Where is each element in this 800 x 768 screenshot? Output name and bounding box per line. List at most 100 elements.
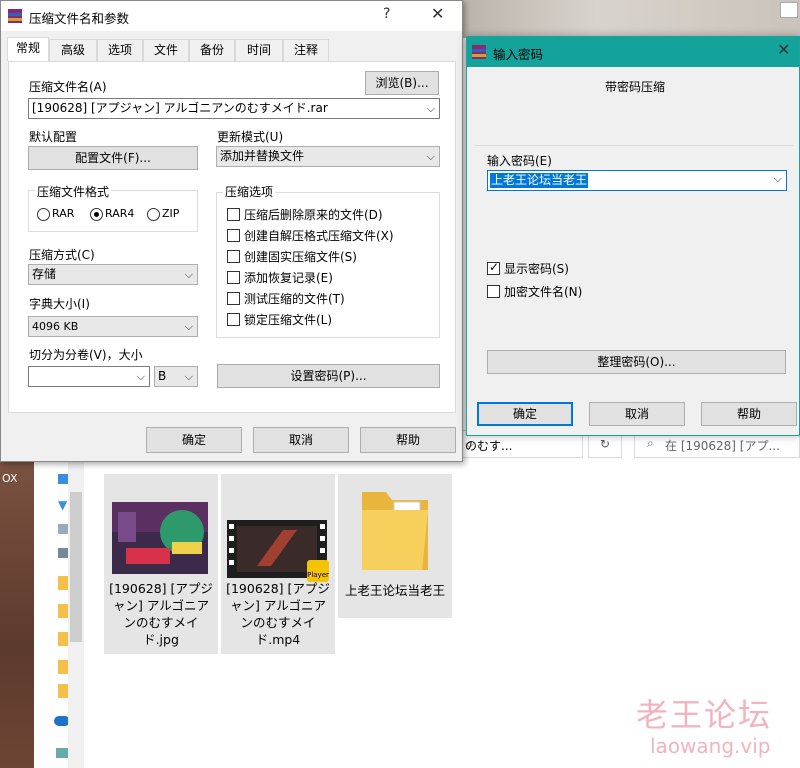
winrar-icon (472, 45, 486, 59)
chevron-down-icon[interactable]: ⌵ (185, 317, 193, 336)
window-title: 压缩文件名和参数 (29, 11, 130, 26)
archive-name-field[interactable]: [190628] [アプジャン] アルゴニアンのむすメイド.rar ⌵ (28, 98, 440, 119)
browse-button[interactable]: 浏览(B)... (365, 71, 439, 95)
chevron-down-icon[interactable]: ⌵ (185, 367, 193, 386)
tab-general[interactable]: 常规 (7, 37, 49, 61)
encrypt-names-checkbox[interactable] (487, 285, 500, 298)
window-title: 输入密码 (493, 47, 544, 62)
down-arrow-icon[interactable]: ▼ (58, 498, 68, 512)
nav-icon[interactable] (58, 524, 68, 534)
split-unit-select[interactable]: B ⌵ (154, 366, 198, 387)
sfx-checkbox[interactable] (227, 229, 240, 242)
lock-label: 锁定压缩文件(L) (244, 313, 333, 327)
search-placeholder: 在 [190628] [アプ... (665, 439, 780, 453)
tab-backup[interactable]: 备份 (189, 39, 235, 61)
help-button[interactable]: 帮助 (360, 427, 456, 453)
close-icon[interactable]: ✕ (777, 40, 790, 59)
tab-files[interactable]: 文件 (143, 39, 189, 61)
tab-options[interactable]: 选项 (97, 39, 143, 61)
split-label: 切分为分卷(V)，大小 (29, 348, 143, 362)
tab-comment[interactable]: 注释 (283, 39, 329, 61)
lock-checkbox[interactable] (227, 313, 240, 326)
tab-time[interactable]: 时间 (235, 39, 283, 61)
tab-advanced[interactable]: 高级 (49, 39, 97, 61)
dict-select[interactable]: 4096 KB ⌵ (28, 316, 198, 337)
folder-icon[interactable] (58, 684, 68, 698)
archive-name-value: [190628] [アプジャン] アルゴニアンのむすメイド.rar (32, 101, 328, 115)
folder-icon[interactable] (58, 632, 68, 646)
delete-after-label: 压缩后删除原来的文件(D) (244, 208, 383, 222)
solid-label: 创建固实压缩文件(S) (244, 250, 357, 264)
folder-icon[interactable] (58, 576, 68, 590)
folder-name: 上老王论坛当老王 (344, 583, 445, 598)
chevron-down-icon[interactable]: ⌵ (427, 99, 435, 118)
title-bar[interactable]: 压缩文件名和参数 ? ✕ (1, 1, 462, 31)
delete-after-checkbox[interactable] (227, 208, 240, 221)
update-mode-select[interactable]: 添加并替换文件 ⌵ (216, 146, 440, 167)
recovery-label: 添加恢复记录(E) (244, 271, 333, 285)
player-badge: Player (307, 560, 329, 582)
file-item-mp4[interactable]: Player [190628] [アプジャン] アルゴニアンのむすメイド.mp4 (221, 474, 335, 654)
background-window-button (780, 2, 798, 18)
test-label: 测试压缩的文件(T) (244, 292, 345, 306)
profiles-button[interactable]: 配置文件(F)... (28, 146, 198, 170)
password-value: 上老王论坛当老王 (490, 173, 589, 188)
split-size-field[interactable]: ⌵ (28, 366, 150, 387)
general-panel: 压缩文件名(A) 浏览(B)... [190628] [アプジャン] アルゴニア… (8, 61, 456, 413)
chevron-down-icon[interactable]: ⌵ (774, 172, 782, 186)
encrypt-names-label: 加密文件名(N) (504, 285, 583, 299)
archive-name-label: 压缩文件名(A) (29, 80, 107, 94)
update-mode-label: 更新模式(U) (217, 130, 284, 144)
recovery-checkbox[interactable] (227, 271, 240, 284)
update-mode-value: 添加并替换文件 (220, 149, 305, 163)
ok-button[interactable]: 确定 (477, 402, 573, 426)
default-profile-label: 默认配置 (29, 130, 78, 144)
file-name: [190628] [アプジャン] アルゴニアンのむすメイド.jpg (109, 581, 213, 647)
format-group-label: 压缩文件格式 (35, 183, 112, 200)
ok-button[interactable]: 确定 (146, 427, 242, 453)
nav-scrollbar[interactable] (68, 462, 84, 768)
nav-icon[interactable] (58, 548, 68, 558)
help-button[interactable]: 帮助 (701, 402, 797, 426)
chevron-down-icon[interactable]: ⌵ (137, 367, 145, 386)
archive-name-dialog: 压缩文件名和参数 ? ✕ 常规 高级 选项 文件 备份 时间 注释 压缩文件名(… (0, 0, 463, 462)
cancel-button[interactable]: 取消 (589, 402, 685, 426)
method-select[interactable]: 存储 ⌵ (28, 264, 198, 285)
help-icon[interactable]: ? (383, 6, 390, 22)
photo-text: OX (2, 472, 18, 485)
format-rar-label: RAR (52, 207, 75, 220)
folder-icon[interactable] (58, 660, 68, 674)
format-rar4-radio[interactable] (90, 208, 103, 221)
format-rar4-label: RAR4 (105, 207, 135, 220)
chevron-down-icon[interactable]: ⌵ (427, 147, 435, 166)
close-icon[interactable]: ✕ (431, 4, 444, 23)
file-item-jpg[interactable]: [190628] [アプジャン] アルゴニアンのむすメイド.jpg (104, 474, 218, 654)
nav-icon[interactable] (58, 474, 68, 484)
image-thumbnail (112, 502, 208, 574)
dict-label: 字典大小(I) (29, 297, 90, 311)
format-zip-radio[interactable] (147, 208, 160, 221)
cancel-button[interactable]: 取消 (253, 427, 349, 453)
folder-icon (362, 492, 428, 570)
show-password-checkbox[interactable] (487, 260, 500, 275)
test-checkbox[interactable] (227, 292, 240, 305)
scrollbar-thumb[interactable] (70, 492, 82, 642)
chevron-down-icon[interactable]: ⌵ (185, 265, 193, 284)
sfx-label: 创建自解压格式压缩文件(X) (244, 229, 394, 243)
dialog-heading: 带密码压缩 (605, 80, 666, 94)
password-input[interactable]: 上老王论坛当老王 ⌵ (487, 170, 787, 191)
format-rar-radio[interactable] (37, 208, 50, 221)
method-value: 存储 (32, 267, 57, 281)
chevron-down-icon[interactable]: ⌵ (465, 437, 576, 452)
folder-icon[interactable] (58, 604, 68, 618)
password-dialog: 输入密码 ✕ 带密码压缩 输入密码(E) 上老王论坛当老王 ⌵ 显示密码(S) … (466, 36, 800, 436)
split-unit-value: B (158, 369, 167, 383)
password-label: 输入密码(E) (487, 154, 552, 168)
folder-item[interactable]: 上老王论坛当老王 (338, 474, 452, 618)
show-password-label: 显示密码(S) (504, 262, 569, 276)
set-password-button[interactable]: 设置密码(P)... (217, 364, 440, 388)
organize-passwords-button[interactable]: 整理密码(O)... (487, 350, 786, 374)
title-bar[interactable]: 输入密码 ✕ (467, 37, 799, 67)
refresh-icon: ↻ (599, 437, 611, 451)
solid-checkbox[interactable] (227, 250, 240, 263)
